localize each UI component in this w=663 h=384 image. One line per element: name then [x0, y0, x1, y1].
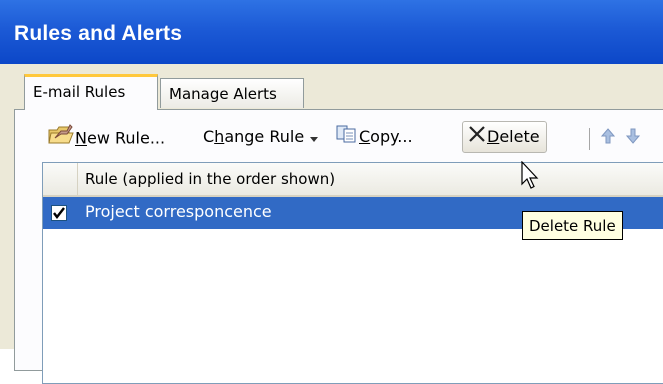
checkmark-icon: [53, 207, 65, 219]
new-rule-mnemonic: N: [75, 128, 87, 148]
window-title: Rules and Alerts: [14, 22, 183, 45]
copy-text: opy...: [370, 127, 413, 146]
rules-toolbar: New Rule... Change Rule Copy... Delete: [29, 116, 663, 156]
delete-text: elete: [499, 127, 540, 146]
tab-email-rules[interactable]: E-mail Rules: [24, 74, 158, 110]
new-rule-button[interactable]: New Rule...: [47, 122, 165, 152]
move-down-icon[interactable]: [625, 128, 641, 144]
toolbar-separator: [589, 128, 590, 150]
rules-list[interactable]: Rule (applied in the order shown) Projec…: [42, 162, 663, 384]
delete-button[interactable]: Delete: [462, 121, 547, 153]
new-rule-icon: [47, 122, 75, 156]
tab-email-rules-label: E-mail Rules: [33, 83, 126, 101]
new-rule-text: ew Rule...: [86, 128, 166, 148]
list-header: Rule (applied in the order shown): [43, 163, 663, 197]
rule-enabled-checkbox[interactable]: [51, 205, 67, 221]
mouse-pointer-icon: [521, 160, 541, 195]
delete-mnemonic: D: [487, 127, 500, 146]
copy-icon: [335, 123, 359, 153]
chevron-down-icon: [309, 123, 319, 153]
change-rule-mnemonic: h: [214, 127, 225, 146]
change-rule-prefix: C: [203, 127, 215, 146]
copy-button[interactable]: Copy...: [335, 122, 413, 152]
title-bar: Rules and Alerts: [0, 0, 663, 64]
tab-manage-alerts[interactable]: Manage Alerts: [160, 78, 304, 108]
change-rule-dropdown[interactable]: Change Rule: [203, 122, 319, 152]
checkbox-column-header[interactable]: [43, 163, 78, 195]
copy-mnemonic: C: [359, 127, 371, 146]
dialog-body: E-mail Rules Manage Alerts New Rule... C…: [0, 64, 663, 384]
tab-manage-alerts-label: Manage Alerts: [169, 85, 277, 103]
delete-x-icon: [467, 123, 487, 153]
rule-name: Project corresponcence: [85, 202, 272, 221]
change-rule-text: ange Rule: [224, 127, 305, 146]
rule-column-header[interactable]: Rule (applied in the order shown): [85, 163, 335, 195]
move-up-icon[interactable]: [600, 128, 616, 144]
delete-rule-tooltip: Delete Rule: [522, 211, 623, 240]
new-rule-label: New Rule...: [75, 129, 165, 148]
